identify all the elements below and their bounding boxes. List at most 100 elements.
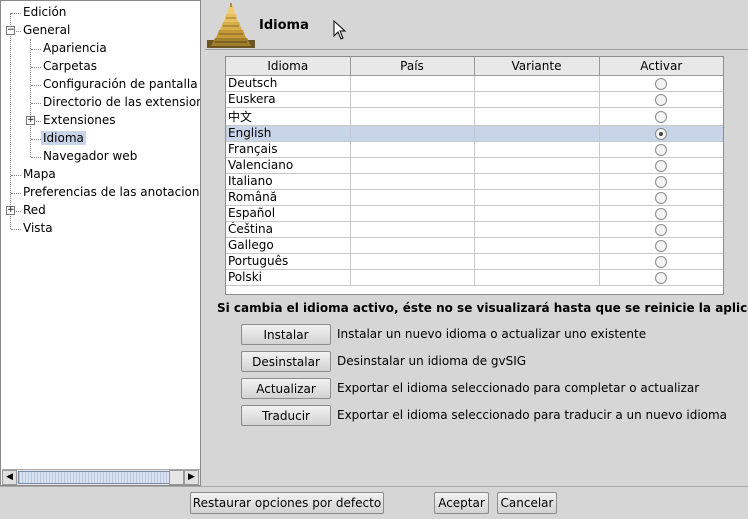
cell-activar — [599, 253, 723, 270]
cell-pais — [350, 157, 475, 174]
cell-idioma: Euskera — [226, 91, 351, 108]
cell-activar — [599, 125, 723, 142]
tree-item-label: Red — [23, 203, 46, 217]
update-button[interactable]: Actualizar — [241, 378, 331, 399]
tree-item-label: Vista — [23, 221, 53, 235]
activate-radio[interactable] — [655, 191, 668, 204]
install-button[interactable]: Instalar — [241, 324, 331, 345]
table-row[interactable]: Français — [226, 141, 723, 158]
cell-pais — [350, 205, 475, 222]
activate-radio[interactable] — [655, 77, 668, 90]
cell-pais — [350, 253, 475, 270]
cancel-button[interactable]: Cancelar — [497, 492, 557, 514]
activate-radio[interactable] — [655, 239, 668, 252]
tree-item-label: Carpetas — [43, 59, 97, 73]
tree-connector — [31, 49, 41, 50]
translate-button[interactable]: Traducir — [241, 405, 331, 426]
uninstall-button[interactable]: Desinstalar — [241, 351, 331, 372]
table-row[interactable]: English — [226, 125, 723, 142]
cell-activar — [599, 189, 723, 206]
cell-activar — [599, 91, 723, 108]
tree-item-label: Idioma — [41, 131, 86, 145]
tree-item-idioma[interactable]: Idioma — [41, 130, 86, 147]
table-row[interactable]: Euskera — [226, 91, 723, 108]
tree-item-directorio-extensiones[interactable]: Directorio de las extensiones — [41, 94, 200, 111]
cell-idioma: Español — [226, 205, 351, 222]
tree-item-extensiones[interactable]: Extensiones — [41, 112, 118, 129]
cell-variante — [474, 189, 600, 206]
cell-pais — [350, 189, 475, 206]
activate-radio[interactable] — [655, 223, 668, 236]
tree-item-edicion[interactable]: Edición — [21, 4, 68, 21]
translate-description: Exportar el idioma seleccionado para tra… — [337, 408, 728, 422]
cell-variante — [474, 125, 600, 142]
accept-button[interactable]: Aceptar — [434, 492, 489, 514]
language-settings-panel: Idioma Idioma País Variante Activar Deut… — [205, 0, 748, 486]
cell-variante — [474, 269, 600, 286]
tree-item-general[interactable]: General — [21, 22, 72, 39]
tree-connector — [11, 193, 21, 194]
table-row[interactable]: Español — [226, 205, 723, 222]
tree-connector — [11, 13, 21, 14]
cell-variante — [474, 237, 600, 254]
activate-radio[interactable] — [655, 271, 668, 284]
restart-notice: Si cambia el idioma activo, éste no se v… — [217, 301, 748, 315]
scroll-left-icon[interactable]: ◀ — [2, 470, 17, 485]
activate-radio[interactable] — [655, 143, 668, 156]
tree-item-configuracion-pantalla[interactable]: Configuración de pantalla — [41, 76, 200, 93]
tree-item-label: Directorio de las extensiones — [43, 95, 200, 109]
collapse-icon[interactable]: − — [6, 26, 15, 35]
activate-radio[interactable] — [655, 127, 668, 140]
table-row[interactable]: Italiano — [226, 173, 723, 190]
update-description: Exportar el idioma seleccionado para com… — [337, 381, 700, 395]
cell-idioma: Polski — [226, 269, 351, 286]
cell-idioma: English — [226, 125, 351, 142]
cell-pais — [350, 91, 475, 108]
activate-radio[interactable] — [655, 255, 668, 268]
column-header-idioma[interactable]: Idioma — [226, 57, 351, 76]
expand-icon[interactable]: + — [26, 116, 35, 125]
install-description: Instalar un nuevo idioma o actualizar un… — [337, 327, 647, 341]
cell-activar — [599, 141, 723, 158]
horizontal-scrollbar[interactable]: ◀ ▶ — [2, 469, 200, 485]
activate-radio[interactable] — [655, 175, 668, 188]
table-row[interactable]: Čeština — [226, 221, 723, 238]
activate-radio[interactable] — [655, 110, 668, 123]
table-row[interactable]: Polski — [226, 269, 723, 286]
table-row[interactable]: Deutsch — [226, 75, 723, 92]
cell-activar — [599, 221, 723, 238]
cell-idioma: Čeština — [226, 221, 351, 238]
tree-item-navegador-web[interactable]: Navegador web — [41, 148, 139, 165]
cell-pais — [350, 173, 475, 190]
cell-activar — [599, 107, 723, 126]
expand-icon[interactable]: + — [6, 206, 15, 215]
column-header-pais[interactable]: País — [349, 57, 475, 76]
cell-variante — [474, 91, 600, 108]
table-row[interactable]: Gallego — [226, 237, 723, 254]
tree-item-preferencias-anotaciones[interactable]: Preferencias de las anotaciones — [21, 184, 200, 201]
table-row[interactable]: Valenciano — [226, 157, 723, 174]
tree-item-vista[interactable]: Vista — [21, 220, 55, 237]
cell-idioma: Français — [226, 141, 351, 158]
tree-item-red[interactable]: Red — [21, 202, 48, 219]
tree-connector — [11, 229, 21, 230]
tree-connector — [31, 103, 41, 104]
table-row[interactable]: Português — [226, 253, 723, 270]
cell-activar — [599, 269, 723, 286]
cell-pais — [350, 221, 475, 238]
tree-item-apariencia[interactable]: Apariencia — [41, 40, 109, 57]
activate-radio[interactable] — [655, 159, 668, 172]
column-header-activar[interactable]: Activar — [598, 57, 723, 76]
column-header-variante[interactable]: Variante — [473, 57, 600, 76]
tree-item-mapa[interactable]: Mapa — [21, 166, 58, 183]
scrollbar-track-end — [169, 470, 184, 485]
preferences-tree-panel: − + + Edición General Apariencia Carpeta… — [0, 0, 201, 486]
activate-radio[interactable] — [655, 207, 668, 220]
table-row[interactable]: 中文 — [226, 107, 723, 126]
tree-item-carpetas[interactable]: Carpetas — [41, 58, 99, 75]
restore-defaults-button[interactable]: Restaurar opciones por defecto — [190, 492, 384, 514]
activate-radio[interactable] — [655, 93, 668, 106]
scroll-right-icon[interactable]: ▶ — [184, 470, 199, 485]
table-row[interactable]: Română — [226, 189, 723, 206]
scrollbar-thumb[interactable] — [18, 471, 170, 484]
